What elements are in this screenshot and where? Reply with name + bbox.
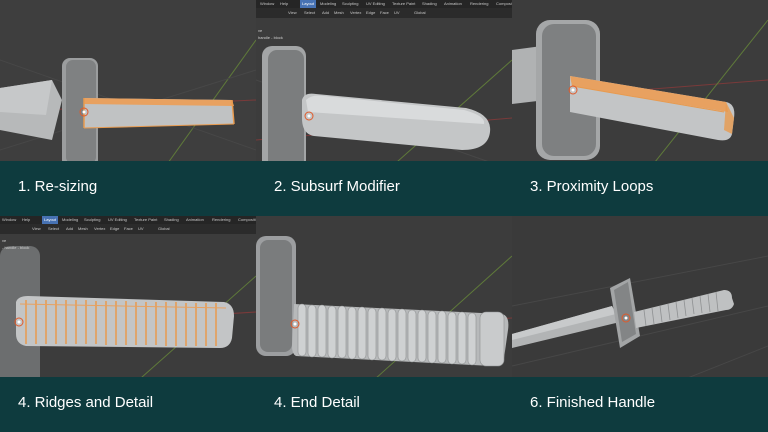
tab-uv-editing[interactable]: UV Editing (108, 216, 127, 224)
menu-edge[interactable]: Edge (110, 224, 119, 234)
panel-end-detail: 4. End Detail (256, 216, 512, 432)
caption-bar: 6. Finished Handle (512, 377, 768, 432)
menu-add[interactable]: Add (66, 224, 73, 234)
tab-texture-paint[interactable]: Texture Paint (392, 0, 415, 8)
panel-resizing: 1. Re-sizing (0, 0, 256, 216)
tutorial-grid: 1. Re-sizing Window Help Layout Modeling… (0, 0, 768, 432)
caption-bar: 2. Subsurf Modifier (256, 161, 512, 216)
caption-text: 3. Proximity Loops (530, 178, 654, 195)
transform-orientation-select[interactable]: Global (158, 224, 170, 234)
tab-animation[interactable]: Animation (444, 0, 462, 8)
menu-help[interactable]: Help (22, 216, 30, 224)
menu-face[interactable]: Face (124, 224, 133, 234)
menu-mesh[interactable]: Mesh (334, 8, 344, 18)
caption-text: 4. End Detail (274, 394, 360, 411)
caption-text: 6. Finished Handle (530, 394, 656, 411)
menu-view[interactable]: View (288, 8, 297, 18)
tab-sculpting[interactable]: Sculpting (84, 216, 100, 224)
panel-finished-handle: 6. Finished Handle (512, 216, 768, 432)
menu-vertex[interactable]: Vertex (350, 8, 361, 18)
tab-shading[interactable]: Shading (422, 0, 437, 8)
menu-uv[interactable]: UV (394, 8, 400, 18)
caption-bar: 3. Proximity Loops (512, 161, 768, 216)
menu-edge[interactable]: Edge (366, 8, 375, 18)
menu-window[interactable]: Window (260, 0, 274, 8)
top-menu-bar: Window Help Layout Modeling Sculpting UV… (0, 216, 256, 224)
caption-text: 2. Subsurf Modifier (274, 178, 400, 195)
menu-select[interactable]: Select (304, 8, 315, 18)
object-info-line1: ve (258, 28, 263, 33)
viewport-header: View Select Add Mesh Vertex Edge Face UV… (0, 224, 256, 234)
menu-mesh[interactable]: Mesh (78, 224, 88, 234)
menu-face[interactable]: Face (380, 8, 389, 18)
menu-window[interactable]: Window (2, 216, 16, 224)
caption-text: 4. Ridges and Detail (18, 394, 154, 411)
panel-subsurf: Window Help Layout Modeling Sculpting UV… (256, 0, 512, 216)
tab-texture-paint[interactable]: Texture Paint (134, 216, 157, 224)
object-info-line2: - handle - block (2, 245, 30, 250)
object-info-line1: ve (2, 238, 7, 243)
top-menu-bar: Window Help Layout Modeling Sculpting UV… (256, 0, 512, 8)
tab-rendering[interactable]: Rendering (470, 0, 488, 8)
menu-help[interactable]: Help (280, 0, 288, 8)
caption-bar: 4. End Detail (256, 377, 512, 432)
viewport-header: View Select Add Mesh Vertex Edge Face UV… (256, 8, 512, 18)
tab-compositing[interactable]: Compositing (496, 0, 512, 8)
tab-layout[interactable]: Layout (300, 0, 317, 8)
tab-compositing[interactable]: Compositing (238, 216, 256, 224)
tab-modeling[interactable]: Modeling (320, 0, 336, 8)
panel-proximity-loops: 3. Proximity Loops (512, 0, 768, 216)
tab-sculpting[interactable]: Sculpting (342, 0, 358, 8)
caption-bar: 1. Re-sizing (0, 161, 256, 216)
menu-vertex[interactable]: Vertex (94, 224, 105, 234)
tab-rendering[interactable]: Rendering (212, 216, 230, 224)
caption-text: 1. Re-sizing (18, 178, 98, 195)
transform-orientation-select[interactable]: Global (414, 8, 426, 18)
object-info-line2: handle - block (258, 35, 283, 40)
menu-uv[interactable]: UV (138, 224, 144, 234)
tab-uv-editing[interactable]: UV Editing (366, 0, 385, 8)
tab-layout[interactable]: Layout (42, 216, 59, 224)
menu-add[interactable]: Add (322, 8, 329, 18)
panel-ridges-detail: Window Help Layout Modeling Sculpting UV… (0, 216, 256, 432)
tab-shading[interactable]: Shading (164, 216, 179, 224)
tab-modeling[interactable]: Modeling (62, 216, 78, 224)
tab-animation[interactable]: Animation (186, 216, 204, 224)
menu-select[interactable]: Select (48, 224, 59, 234)
caption-bar: 4. Ridges and Detail (0, 377, 256, 432)
menu-view[interactable]: View (32, 224, 41, 234)
